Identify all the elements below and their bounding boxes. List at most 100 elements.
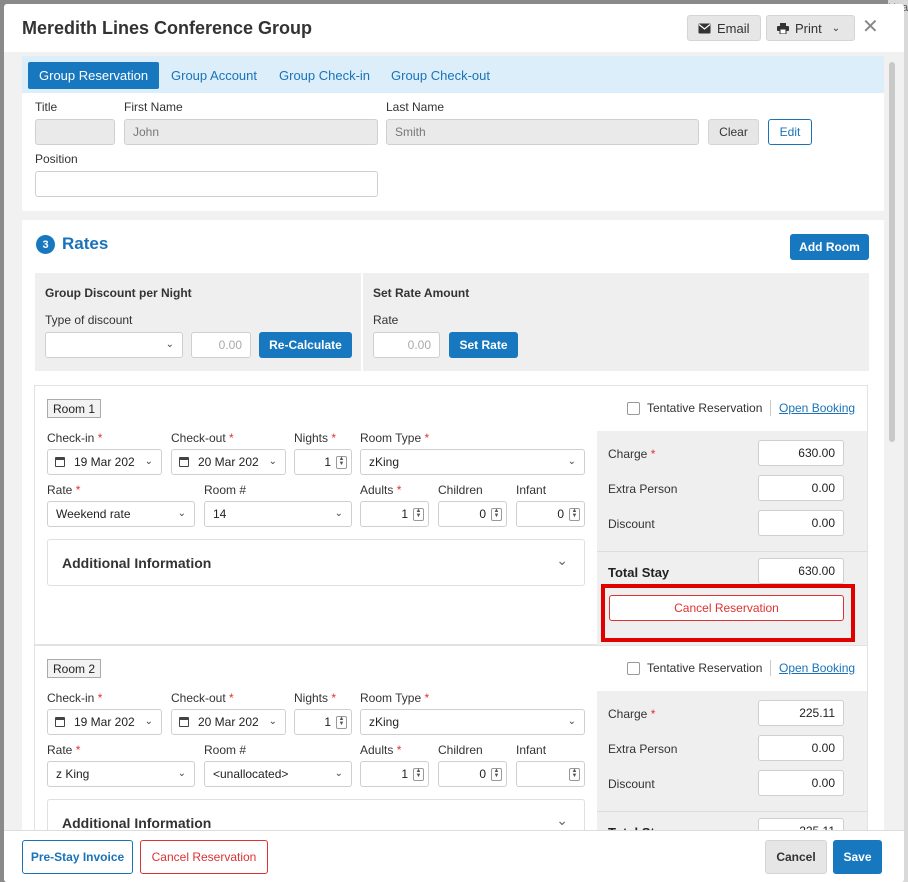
save-button[interactable]: Save xyxy=(833,840,882,874)
room-1-infant-label: Infant xyxy=(516,483,547,497)
room-1-rate-label: Rate * xyxy=(47,483,81,497)
stepper-icon[interactable]: ▲ ▼ xyxy=(569,508,580,521)
extra-person-label: Extra Person xyxy=(608,482,678,496)
set-rate-panel: Set Rate Amount Rate 0.00 Set Rate xyxy=(363,273,869,371)
tab-group-reservation[interactable]: Group Reservation xyxy=(28,62,160,89)
room-1-check-out-label: Check-out * xyxy=(171,431,234,445)
first-name-field[interactable]: John xyxy=(124,119,378,145)
discount-label: Discount xyxy=(608,517,655,531)
group-discount-panel: Group Discount per Night Type of discoun… xyxy=(35,273,361,371)
printer-icon xyxy=(777,22,789,34)
discount-label: Discount xyxy=(608,777,655,791)
rates-card: 3 Rates Add Room Group Discount per Nigh… xyxy=(22,220,884,830)
room-1-additional-info-accordion[interactable]: Additional Information ⌄ xyxy=(47,539,585,586)
room-1-discount-input[interactable]: 0.00 xyxy=(758,510,844,536)
set-rate-heading: Set Rate Amount xyxy=(373,286,470,300)
position-field[interactable] xyxy=(35,171,378,197)
room-1-room-type-label: Room Type * xyxy=(360,431,430,445)
last-name-label: Last Name xyxy=(386,100,445,114)
chevron-down-icon: ⌄ xyxy=(334,508,343,519)
room-1-charges-panel: Charge * 630.00 Extra Person 0.00 Discou… xyxy=(597,431,867,645)
stepper-icon[interactable]: ▲ ▼ xyxy=(336,456,347,469)
room-2-rate-label: Rate * xyxy=(47,743,81,757)
room-2-charges-panel: Charge * 225.11 Extra Person 0.00 Discou… xyxy=(597,691,867,830)
chevron-down-icon: ⌄ xyxy=(556,812,568,828)
stepper-icon[interactable]: ▲ ▼ xyxy=(491,768,502,781)
divider xyxy=(597,551,867,552)
room-1-adults-input[interactable]: 1 ▲ ▼ xyxy=(360,501,429,527)
room-2-tentative-checkbox[interactable] xyxy=(627,662,640,675)
room-1-open-booking-link[interactable]: Open Booking xyxy=(779,401,855,415)
last-name-field[interactable]: Smith xyxy=(386,119,699,145)
room-2-open-booking-link[interactable]: Open Booking xyxy=(779,661,855,675)
calendar-icon xyxy=(55,717,65,727)
modal-body[interactable]: Group Reservation Group Account Group Ch… xyxy=(4,52,904,830)
room-2-room-type-label: Room Type * xyxy=(360,691,430,705)
room-1-check-in-field[interactable]: 19 Mar 202 ⌄ xyxy=(47,449,162,475)
close-icon[interactable]: ✕ xyxy=(862,16,879,38)
room-2-rate-select[interactable]: z King ⌄ xyxy=(47,761,195,787)
chevron-down-icon: ⌄ xyxy=(567,456,576,467)
room-2-badge: Room 2 xyxy=(47,659,102,678)
room-2-tentative-label: Tentative Reservation xyxy=(647,661,763,675)
room-1-charge-input[interactable]: 630.00 xyxy=(758,440,844,466)
room-1-children-label: Children xyxy=(438,483,483,497)
room-2-room-type-select[interactable]: zKing ⌄ xyxy=(360,709,585,735)
set-rate-input[interactable]: 0.00 xyxy=(373,332,440,358)
room-2-check-in-field[interactable]: 19 Mar 202 ⌄ xyxy=(47,709,162,735)
edit-button[interactable]: Edit xyxy=(768,119,812,145)
highlight-annotation xyxy=(601,584,855,642)
room-2-check-out-field[interactable]: 20 Mar 202 ⌄ xyxy=(171,709,286,735)
stepper-icon[interactable]: ▲ ▼ xyxy=(491,508,502,521)
position-label: Position xyxy=(35,152,78,166)
add-room-button[interactable]: Add Room xyxy=(790,234,869,260)
room-1-check-out-field[interactable]: 20 Mar 202 ⌄ xyxy=(171,449,286,475)
room-1-children-input[interactable]: 0 ▲ ▼ xyxy=(438,501,507,527)
room-1-tentative-checkbox[interactable] xyxy=(627,402,640,415)
room-2-total-stay-field: 225.11 xyxy=(758,818,844,830)
print-button[interactable]: Print ⌄ xyxy=(766,15,855,41)
room-1-room-num-select[interactable]: 14 ⌄ xyxy=(204,501,352,527)
cancel-reservation-button[interactable]: Cancel Reservation xyxy=(140,840,268,874)
title-field[interactable] xyxy=(35,119,115,145)
scrollbar-thumb[interactable] xyxy=(889,62,895,442)
stepper-icon[interactable]: ▲ ▼ xyxy=(336,716,347,729)
stepper-icon[interactable]: ▲ ▼ xyxy=(413,508,424,521)
modal-title: Meredith Lines Conference Group xyxy=(22,18,313,38)
chevron-down-icon: ⌄ xyxy=(556,552,568,568)
envelope-icon xyxy=(698,23,711,33)
recalculate-button[interactable]: Re-Calculate xyxy=(259,332,352,358)
discount-amount-input[interactable]: 0.00 xyxy=(191,332,251,358)
clear-button[interactable]: Clear xyxy=(708,119,759,145)
tab-group-account[interactable]: Group Account xyxy=(160,62,268,89)
total-stay-label: Total Stay xyxy=(608,565,670,580)
cancel-button[interactable]: Cancel xyxy=(765,840,827,874)
stepper-icon[interactable]: ▲ ▼ xyxy=(569,768,580,781)
type-of-discount-select[interactable]: ⌄ xyxy=(45,332,183,358)
room-2-discount-input[interactable]: 0.00 xyxy=(758,770,844,796)
room-1-nights-input[interactable]: 1 ▲ ▼ xyxy=(294,449,352,475)
room-2-additional-info-accordion[interactable]: Additional Information ⌄ xyxy=(47,799,585,830)
tab-group-check-in[interactable]: Group Check-in xyxy=(268,62,381,89)
room-1-extra-person-input[interactable]: 0.00 xyxy=(758,475,844,501)
email-button[interactable]: Email xyxy=(687,15,761,41)
stepper-icon[interactable]: ▲ ▼ xyxy=(413,768,424,781)
chevron-down-icon: ⌄ xyxy=(334,768,343,779)
separator xyxy=(770,660,771,676)
room-1-rate-select[interactable]: Weekend rate ⌄ xyxy=(47,501,195,527)
room-2-children-input[interactable]: 0 ▲ ▼ xyxy=(438,761,507,787)
room-2-charge-input[interactable]: 225.11 xyxy=(758,700,844,726)
pre-stay-invoice-button[interactable]: Pre-Stay Invoice xyxy=(22,840,133,874)
room-1-badge: Room 1 xyxy=(47,399,102,418)
room-2-extra-person-input[interactable]: 0.00 xyxy=(758,735,844,761)
room-1-room-type-select[interactable]: zKing ⌄ xyxy=(360,449,585,475)
tab-group-check-out[interactable]: Group Check-out xyxy=(380,62,501,89)
room-2-nights-input[interactable]: 1 ▲ ▼ xyxy=(294,709,352,735)
room-1-room-num-label: Room # xyxy=(204,483,247,497)
chevron-down-icon: ⌄ xyxy=(567,716,576,727)
set-rate-button[interactable]: Set Rate xyxy=(449,332,518,358)
room-1-infant-input[interactable]: 0 ▲ ▼ xyxy=(516,501,585,527)
room-2-adults-input[interactable]: 1 ▲ ▼ xyxy=(360,761,429,787)
room-2-infant-input[interactable]: ▲ ▼ xyxy=(516,761,585,787)
room-2-room-num-select[interactable]: <unallocated> ⌄ xyxy=(204,761,352,787)
